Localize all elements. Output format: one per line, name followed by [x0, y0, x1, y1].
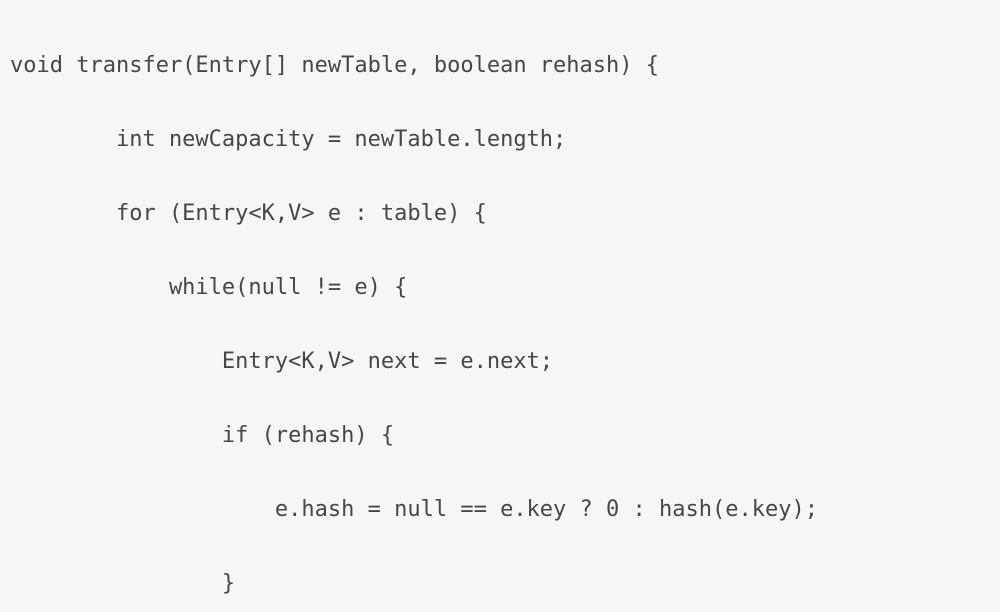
code-line: for (Entry<K,V> e : table) { [10, 195, 1000, 232]
code-line: } [10, 565, 1000, 602]
code-line: int newCapacity = newTable.length; [10, 121, 1000, 158]
code-line: while(null != e) { [10, 269, 1000, 306]
code-line: e.hash = null == e.key ? 0 : hash(e.key)… [10, 491, 1000, 528]
code-line: Entry<K,V> next = e.next; [10, 343, 1000, 380]
code-block: void transfer(Entry[] newTable, boolean … [0, 0, 1000, 612]
code-line: if (rehash) { [10, 417, 1000, 454]
code-line: void transfer(Entry[] newTable, boolean … [10, 47, 1000, 84]
